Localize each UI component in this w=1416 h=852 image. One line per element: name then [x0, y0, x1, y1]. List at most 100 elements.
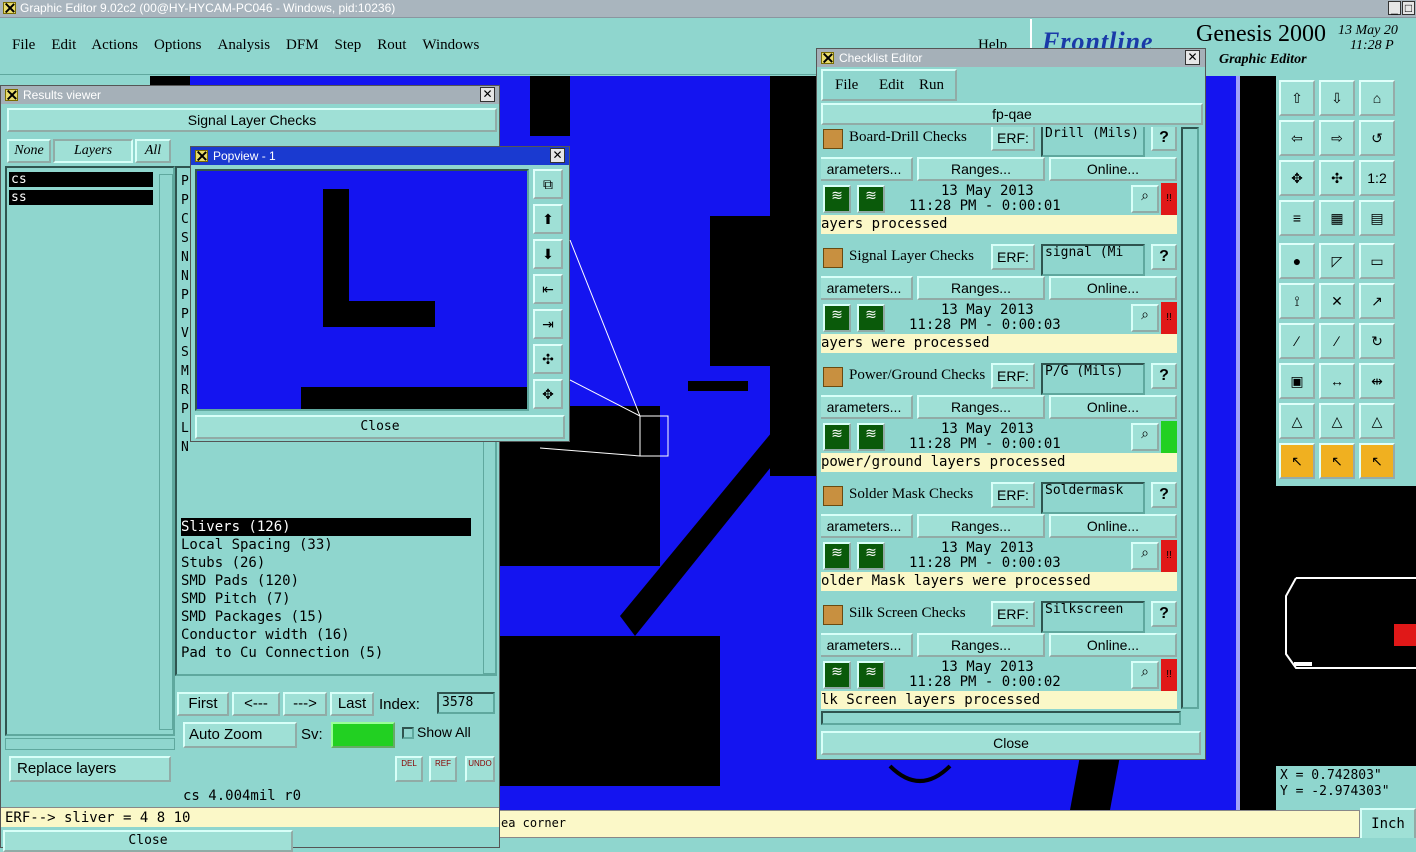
online-button[interactable]: Online...	[1049, 276, 1177, 300]
erf-field[interactable]: Silkscreen	[1041, 601, 1145, 633]
layer-ss[interactable]: ss	[9, 190, 153, 205]
run-all-icon[interactable]: ≋	[857, 304, 885, 332]
index-field[interactable]: 3578	[437, 692, 495, 714]
replace-layers-select[interactable]: Replace layers	[9, 756, 171, 782]
layers-scrollbar[interactable]	[159, 174, 173, 730]
line-icon[interactable]: ∕	[1279, 323, 1315, 359]
parameters-button[interactable]: arameters...	[821, 633, 913, 657]
first-button[interactable]: First	[177, 692, 229, 716]
popview-canvas[interactable]	[195, 169, 529, 411]
menu-file[interactable]: File	[12, 37, 35, 54]
parameters-button[interactable]: arameters...	[821, 157, 913, 181]
check-name[interactable]: Power/Ground Checks	[849, 367, 985, 384]
view-results-icon[interactable]: ⌕	[1131, 542, 1159, 570]
ref-icon[interactable]: REF	[429, 756, 457, 782]
view-results-icon[interactable]: ⌕	[1131, 423, 1159, 451]
cl-menu-file[interactable]: File	[835, 77, 858, 94]
check-item-partial[interactable]: R	[181, 381, 189, 400]
zoom-in-icon[interactable]: ⇧	[1279, 80, 1315, 116]
check-item-partial[interactable]: N	[181, 438, 189, 457]
triangle2-icon[interactable]: △	[1319, 403, 1355, 439]
show-all-checkbox[interactable]	[402, 727, 414, 739]
pointer2-icon[interactable]: ↖	[1319, 443, 1355, 479]
pop-fit-icon[interactable]: ⧉	[533, 169, 563, 199]
check-item-partial[interactable]: P	[181, 400, 189, 419]
checklist-close-x[interactable]: ✕	[1185, 50, 1200, 65]
erf-field[interactable]: Drill (Mils)	[1041, 127, 1145, 157]
rotate-icon[interactable]: ↺	[1359, 120, 1395, 156]
parameters-button[interactable]: arameters...	[821, 395, 913, 419]
pop-up-icon[interactable]: ⬆	[533, 204, 563, 234]
erf-field[interactable]: Soldermask	[1041, 482, 1145, 514]
layer-cs[interactable]: cs	[9, 172, 153, 187]
menu-analysis[interactable]: Analysis	[218, 37, 271, 54]
line2-icon[interactable]: ∕	[1319, 323, 1355, 359]
move-icon[interactable]: ⇹	[1359, 363, 1395, 399]
menu-options[interactable]: Options	[154, 37, 202, 54]
zoom-out-icon[interactable]: ⇩	[1319, 80, 1355, 116]
run-icon[interactable]: ≋	[823, 185, 851, 213]
last-button[interactable]: Last	[330, 692, 374, 716]
run-icon[interactable]: ≋	[823, 661, 851, 689]
help-button[interactable]: ?	[1151, 601, 1177, 627]
ratio-icon[interactable]: 1:2	[1359, 160, 1395, 196]
menu-edit[interactable]: Edit	[51, 37, 76, 54]
pointer3-icon[interactable]: ↖	[1359, 443, 1395, 479]
sv-select[interactable]	[331, 722, 395, 748]
maximize-button[interactable]: □	[1402, 1, 1415, 15]
cl-menu-edit[interactable]: Edit	[879, 77, 904, 94]
online-button[interactable]: Online...	[1049, 395, 1177, 419]
check-name[interactable]: Silk Screen Checks	[849, 605, 966, 622]
check-name[interactable]: Signal Layer Checks	[849, 248, 974, 265]
menu-step[interactable]: Step	[335, 37, 362, 54]
fit-icon[interactable]: ✥	[1279, 160, 1315, 196]
run-all-icon[interactable]: ≋	[857, 661, 885, 689]
center-icon[interactable]: ✣	[1319, 160, 1355, 196]
popview-close-button[interactable]: Close	[195, 415, 565, 439]
ranges-button[interactable]: Ranges...	[917, 395, 1045, 419]
checklist-hscroll[interactable]	[821, 711, 1181, 725]
pointer-icon[interactable]: ↖	[1279, 443, 1315, 479]
check-item-partial[interactable]: P	[181, 191, 189, 210]
units-button[interactable]: Inch	[1360, 808, 1416, 840]
undo-icon[interactable]: UNDO	[465, 756, 495, 782]
results-close-button[interactable]: Close	[3, 830, 293, 852]
ranges-button[interactable]: Ranges...	[917, 633, 1045, 657]
check-item[interactable]: Local Spacing (33)	[181, 536, 471, 554]
check-name[interactable]: Board-Drill Checks	[849, 129, 967, 146]
pad-icon[interactable]: ●	[1279, 243, 1315, 279]
view-results-icon[interactable]: ⌕	[1131, 661, 1159, 689]
erf-field[interactable]: P/G (Mils)	[1041, 363, 1145, 395]
prev-button[interactable]: <---	[232, 692, 280, 716]
check-item[interactable]: SMD Packages (15)	[181, 608, 471, 626]
menu-actions[interactable]: Actions	[91, 37, 138, 54]
online-button[interactable]: Online...	[1049, 514, 1177, 538]
grid-icon[interactable]: ▦	[1319, 200, 1355, 236]
check-item-partial[interactable]: C	[181, 210, 189, 229]
pan-left-icon[interactable]: ⇦	[1279, 120, 1315, 156]
menu-windows[interactable]: Windows	[422, 37, 479, 54]
run-icon[interactable]: ≋	[823, 542, 851, 570]
run-icon[interactable]: ≋	[823, 423, 851, 451]
check-item-partial[interactable]: P	[181, 286, 189, 305]
minimize-button[interactable]: _	[1388, 1, 1401, 15]
rotate-tool-icon[interactable]: ↻	[1359, 323, 1395, 359]
view-results-icon[interactable]: ⌕	[1131, 185, 1159, 213]
ranges-button[interactable]: Ranges...	[917, 157, 1045, 181]
select-icon[interactable]: ▣	[1279, 363, 1315, 399]
online-button[interactable]: Online...	[1049, 633, 1177, 657]
check-item-partial[interactable]: V	[181, 324, 189, 343]
cross-icon[interactable]: ✕	[1319, 283, 1355, 319]
results-close-x[interactable]: ✕	[480, 87, 495, 102]
check-item-partial[interactable]: N	[181, 267, 189, 286]
measure-icon[interactable]: ▭	[1359, 243, 1395, 279]
parameters-button[interactable]: arameters...	[821, 514, 913, 538]
layer-icon[interactable]: ≡	[1279, 200, 1315, 236]
check-item-partial[interactable]: L	[181, 419, 189, 438]
mini-map[interactable]	[1276, 486, 1416, 766]
check-item[interactable]: Conductor width (16)	[181, 626, 471, 644]
tab-none[interactable]: None	[7, 139, 51, 163]
home-icon[interactable]: ⌂	[1359, 80, 1395, 116]
del-icon[interactable]: DEL	[395, 756, 423, 782]
check-item-partial[interactable]: S	[181, 343, 189, 362]
